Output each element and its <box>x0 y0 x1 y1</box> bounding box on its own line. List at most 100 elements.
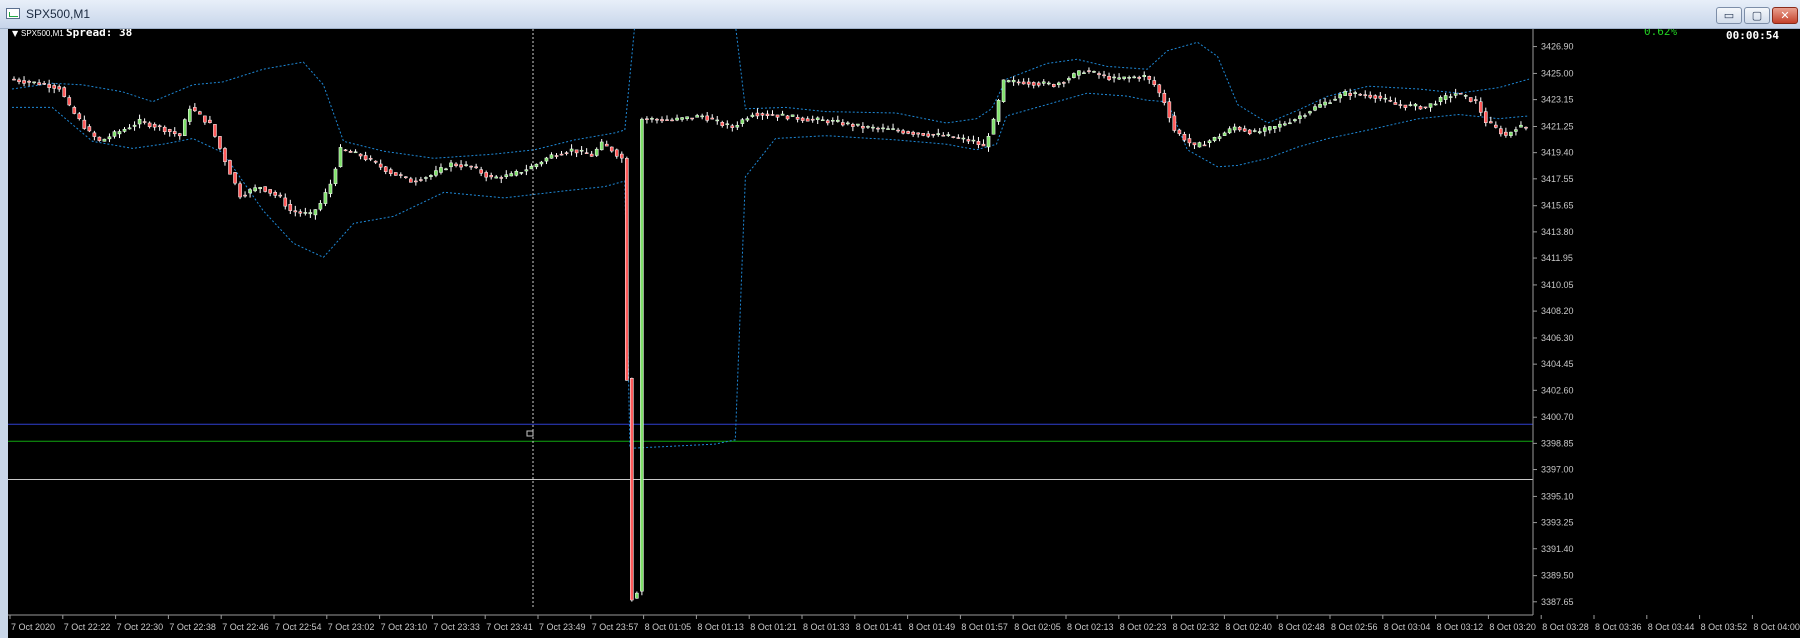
price-tick-label: 3419.40 <box>1541 148 1574 158</box>
candle <box>1016 79 1021 86</box>
candle <box>1398 99 1403 109</box>
candle <box>1031 81 1036 89</box>
time-tick-label: 8 Oct 03:12 <box>1437 622 1484 632</box>
candle <box>303 207 308 216</box>
price-tick-label: 3395.10 <box>1541 491 1574 501</box>
chart-window-icon <box>6 8 20 19</box>
candle <box>1212 136 1217 143</box>
candle <box>1383 93 1388 103</box>
candle <box>589 151 594 157</box>
candle <box>745 116 750 123</box>
time-tick-label: 8 Oct 03:28 <box>1542 622 1589 632</box>
candle <box>1499 125 1503 137</box>
candle <box>353 149 358 154</box>
candle <box>77 112 82 121</box>
candle <box>770 110 775 116</box>
candle <box>881 123 885 133</box>
candle <box>1067 76 1071 84</box>
bollinger-bands <box>11 29 1530 449</box>
symbol-label: SPX500,M1 <box>21 29 64 38</box>
candle <box>1197 141 1202 148</box>
candle <box>1036 81 1041 88</box>
close-button[interactable]: ✕ <box>1772 7 1798 24</box>
candle <box>1102 70 1106 79</box>
candle <box>1152 76 1157 87</box>
candle <box>680 117 684 122</box>
price-tick-label: 3421.25 <box>1541 121 1574 131</box>
chart-area[interactable]: 3426.90 3425.00 3423.15 3421.25 3419.40 3417.… <box>8 29 1800 638</box>
time-tick-label: 8 Oct 02:13 <box>1067 622 1114 632</box>
candle <box>268 189 272 197</box>
candle <box>846 121 850 126</box>
candle <box>1167 97 1172 123</box>
candle <box>72 105 77 115</box>
candle <box>223 146 227 166</box>
time-axis[interactable]: 7 Oct 2020 7 Oct 22:22 7 Oct 22:30 7 Oct 22… <box>8 614 1800 632</box>
candle <box>946 131 951 137</box>
candle <box>941 132 946 137</box>
candle <box>981 139 986 147</box>
candle <box>238 181 242 200</box>
bollinger-lower-band <box>12 92 1530 449</box>
candle <box>1403 104 1408 111</box>
candle <box>464 161 468 167</box>
candle <box>856 123 860 127</box>
candle <box>1483 107 1488 127</box>
candle <box>278 192 283 199</box>
candle <box>1247 128 1252 136</box>
candle <box>1418 105 1423 110</box>
candle <box>298 209 303 217</box>
price-tick-label: 3423.15 <box>1541 95 1574 105</box>
candle <box>1519 121 1523 128</box>
order-flag-icon[interactable] <box>526 430 534 437</box>
symbol-dropdown[interactable]: ▼ SPX500,M1 <box>12 29 64 38</box>
candle <box>1524 126 1528 131</box>
candle <box>283 193 288 210</box>
candle <box>1187 133 1192 147</box>
candle <box>720 120 725 128</box>
price-tick-label: 3406.30 <box>1541 333 1574 343</box>
candle <box>1132 75 1136 79</box>
candle <box>1227 126 1232 135</box>
candle <box>1273 126 1277 133</box>
price-axis[interactable]: 3426.90 3425.00 3423.15 3421.25 3419.40 3417.… <box>1532 29 1574 615</box>
candle <box>243 191 247 198</box>
candle <box>182 118 187 136</box>
candle <box>1001 79 1006 103</box>
candle <box>92 130 97 141</box>
candle <box>1232 123 1237 133</box>
candle <box>790 114 795 117</box>
candle <box>675 114 679 122</box>
candle <box>42 80 46 85</box>
candle <box>886 125 890 130</box>
candle <box>313 209 318 220</box>
minimize-button[interactable]: ▭ <box>1716 7 1742 24</box>
candle <box>1298 111 1302 124</box>
maximize-button[interactable]: ▢ <box>1744 7 1770 24</box>
candle <box>810 115 815 123</box>
price-tick-label: 3402.60 <box>1541 385 1574 395</box>
time-tick-label: 8 Oct 03:44 <box>1648 622 1695 632</box>
candle <box>167 128 172 137</box>
candle <box>569 144 574 156</box>
time-tick-label: 7 Oct 23:02 <box>328 622 375 632</box>
candle <box>1509 131 1513 138</box>
bar-countdown-label: 00:00:54 <box>1726 29 1779 42</box>
price-chart[interactable]: 3426.90 3425.00 3423.15 3421.25 3419.40 3417.… <box>8 29 1800 638</box>
candle <box>1443 92 1448 104</box>
candle <box>1323 97 1327 109</box>
candle <box>499 175 504 184</box>
candle <box>1333 95 1337 101</box>
candle <box>1082 70 1086 74</box>
candle <box>625 156 629 381</box>
candle <box>866 125 870 129</box>
candle <box>1062 81 1066 88</box>
window-titlebar[interactable]: SPX500,M1 ▭ ▢ ✕ <box>0 0 1800 29</box>
candle <box>951 136 956 139</box>
candle <box>228 159 232 175</box>
candle <box>1046 81 1051 86</box>
bollinger-upper-band <box>11 29 1530 159</box>
candle <box>198 110 202 115</box>
candle <box>1328 99 1332 104</box>
candle <box>1318 99 1322 108</box>
